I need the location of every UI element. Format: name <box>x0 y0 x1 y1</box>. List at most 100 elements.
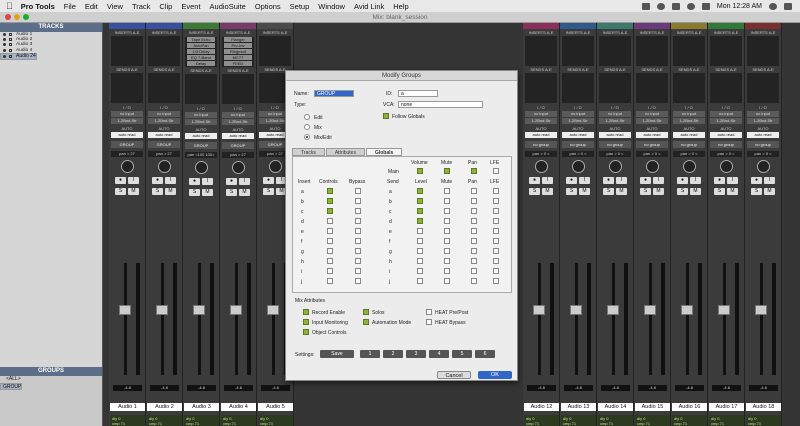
group-selector[interactable]: no group <box>710 141 742 148</box>
send-lfe-checkbox[interactable] <box>493 188 499 194</box>
send-level-checkbox[interactable] <box>417 268 423 274</box>
volume-fader-handle[interactable] <box>570 305 582 315</box>
insert-slot[interactable]: FEED <box>224 61 252 66</box>
send-pan-checkbox[interactable] <box>471 198 477 204</box>
menu-file[interactable]: File <box>64 2 76 11</box>
settings-slot-button[interactable]: 4 <box>429 350 449 358</box>
volume-readout[interactable]: -4.6 <box>187 385 216 391</box>
volume-readout[interactable]: -4.6 <box>113 385 142 391</box>
display-icon[interactable] <box>671 2 680 10</box>
ok-button[interactable]: OK <box>478 371 512 379</box>
volume-readout[interactable]: -4.6 <box>527 385 556 391</box>
heat-bypass-checkbox[interactable] <box>426 319 432 325</box>
volume-readout[interactable]: -4.6 <box>601 385 630 391</box>
insert-bypass-checkbox[interactable] <box>355 228 361 234</box>
output-selector[interactable]: 1-2Bnd.Str <box>185 119 217 125</box>
volume-fader-handle[interactable] <box>230 305 242 315</box>
insert-slot[interactable]: Flanger <box>224 37 252 42</box>
follow-globals-checkbox[interactable] <box>383 113 389 119</box>
inserts-view[interactable] <box>710 36 742 66</box>
send-level-checkbox[interactable] <box>417 208 423 214</box>
inserts-view[interactable]: Flanger Pro-Inv Ringmod MC77 FEED <box>222 37 254 67</box>
group-selector[interactable]: no group <box>525 141 557 148</box>
volume-readout[interactable]: -4.6 <box>261 385 290 391</box>
send-pan-checkbox[interactable] <box>471 218 477 224</box>
group-selector[interactable]: GROUP <box>222 142 254 149</box>
record-icon[interactable]: ● <box>640 177 651 184</box>
solo-button[interactable]: S <box>603 188 614 195</box>
send-lfe-checkbox[interactable] <box>493 198 499 204</box>
send-level-checkbox[interactable] <box>417 248 423 254</box>
insert-bypass-checkbox[interactable] <box>355 208 361 214</box>
inserts-view[interactable] <box>636 36 668 66</box>
track-name[interactable]: Audio 1 <box>110 403 145 411</box>
output-selector[interactable]: 1-2Bnd.Str <box>673 118 705 124</box>
volume-fader-handle[interactable] <box>193 305 205 315</box>
automation-mode-selector[interactable]: auto read <box>148 132 180 138</box>
solo-button[interactable]: S <box>115 188 126 195</box>
automation-mode-selector[interactable]: auto read <box>636 132 668 138</box>
inserts-view[interactable] <box>673 36 705 66</box>
sends-view[interactable] <box>148 73 180 103</box>
pan-knob[interactable] <box>756 160 770 173</box>
show-hide-icon[interactable] <box>3 38 6 42</box>
send-lfe-checkbox[interactable] <box>493 208 499 214</box>
id-select[interactable]: a <box>398 90 438 97</box>
input-monitoring-checkbox[interactable] <box>303 319 309 325</box>
send-mute-checkbox[interactable] <box>444 248 450 254</box>
menu-window[interactable]: Window <box>318 2 345 11</box>
type-mix-radio[interactable] <box>304 124 310 130</box>
automation-mode-selector[interactable]: auto read <box>185 133 217 139</box>
solo-button[interactable]: S <box>714 188 725 195</box>
automation-mode-selector[interactable]: auto read <box>599 132 631 138</box>
send-level-checkbox[interactable] <box>417 238 423 244</box>
volume-fader-handle[interactable] <box>681 305 693 315</box>
volume-readout[interactable]: -4.6 <box>675 385 704 391</box>
input-monitor-icon[interactable]: I <box>165 177 176 184</box>
menu-event[interactable]: Event <box>181 2 200 11</box>
show-hide-icon[interactable] <box>3 54 6 58</box>
send-pan-checkbox[interactable] <box>471 258 477 264</box>
menu-options[interactable]: Options <box>255 2 281 11</box>
output-selector[interactable]: 1-2Bnd.Str <box>636 118 668 124</box>
volume-readout[interactable]: -4.6 <box>749 385 778 391</box>
input-monitor-icon[interactable]: I <box>128 177 139 184</box>
volume-fader-handle[interactable] <box>607 305 619 315</box>
type-edit-radio[interactable] <box>304 114 310 120</box>
volume-fader-handle[interactable] <box>533 305 545 315</box>
send-mute-checkbox[interactable] <box>444 228 450 234</box>
send-pan-checkbox[interactable] <box>471 278 477 284</box>
solo-button[interactable]: S <box>751 188 762 195</box>
pan-knob[interactable] <box>608 160 622 173</box>
record-icon[interactable]: ● <box>677 177 688 184</box>
record-icon[interactable]: ● <box>714 177 725 184</box>
insert-controls-checkbox[interactable] <box>327 248 333 254</box>
input-selector[interactable]: no input <box>636 111 668 117</box>
zoom-icon[interactable] <box>23 14 29 20</box>
menu-list-icon[interactable] <box>784 2 792 10</box>
settings-slot-button[interactable]: 5 <box>452 350 472 358</box>
volume-fader-handle[interactable] <box>156 305 168 315</box>
insert-bypass-checkbox[interactable] <box>355 268 361 274</box>
input-monitor-icon[interactable]: I <box>727 177 738 184</box>
input-monitor-icon[interactable]: I <box>616 177 627 184</box>
input-selector[interactable]: no input <box>673 111 705 117</box>
inserts-view[interactable] <box>111 36 143 66</box>
send-mute-checkbox[interactable] <box>444 268 450 274</box>
input-selector[interactable]: no input <box>525 111 557 117</box>
send-lfe-checkbox[interactable] <box>493 268 499 274</box>
input-monitor-icon[interactable]: I <box>542 177 553 184</box>
sends-view[interactable] <box>222 74 254 104</box>
settings-slot-button[interactable]: 6 <box>475 350 495 358</box>
search-icon[interactable] <box>769 2 777 10</box>
main-pan-checkbox[interactable] <box>471 168 477 174</box>
automation-mode-selector[interactable]: auto read <box>525 132 557 138</box>
track-name[interactable]: Audio 5 <box>258 403 293 411</box>
mute-button[interactable]: M <box>239 189 250 196</box>
inserts-view[interactable] <box>747 36 779 66</box>
insert-bypass-checkbox[interactable] <box>355 218 361 224</box>
track-name[interactable]: Audio 12 <box>524 403 559 411</box>
show-hide-icon[interactable] <box>3 33 6 37</box>
automation-mode-selector[interactable]: auto read <box>562 132 594 138</box>
send-lfe-checkbox[interactable] <box>493 248 499 254</box>
